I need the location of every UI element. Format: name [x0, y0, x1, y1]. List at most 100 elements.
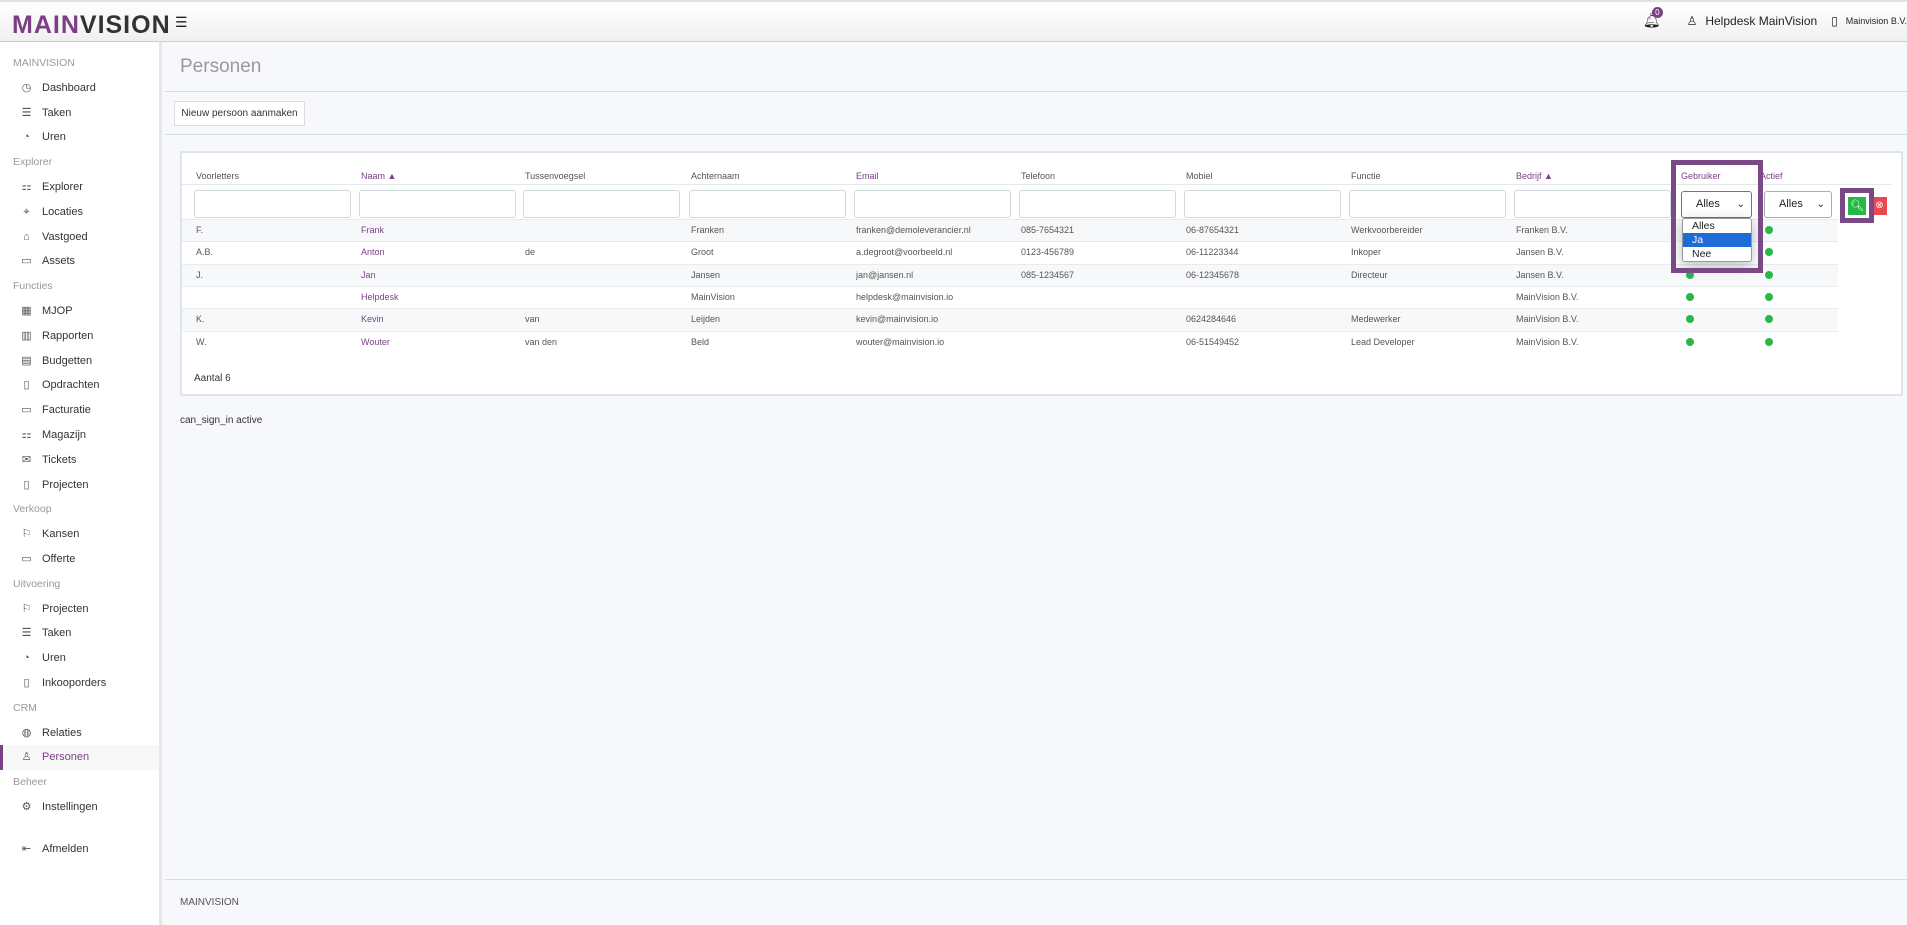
column-header-actief[interactable]: Actief [1760, 171, 1783, 181]
sidebar-item-label: Projecten [42, 602, 89, 615]
filter-functie[interactable] [1349, 190, 1506, 218]
sidebar-item-kansen[interactable]: ⚐ Kansen [0, 522, 159, 547]
table-row[interactable]: Helpdesk MainVision helpdesk@mainvision.io… [182, 285, 1838, 308]
sidebar-item-label: Facturatie [42, 404, 91, 417]
sidebar-item-explorer[interactable]: ⚏ Explorer [0, 175, 159, 200]
assets-icon: ▭ [21, 255, 32, 268]
sidebar-item-label: Offerte [42, 552, 76, 565]
highlight-box-gebruiker [1671, 160, 1763, 273]
sidebar-item-assets[interactable]: ▭ Assets [0, 249, 159, 274]
sidebar-item-taken[interactable]: ☰ Taken [0, 621, 159, 646]
menu-toggle-icon[interactable]: ☰ [175, 14, 188, 31]
sidebar-item-label: MJOP [42, 304, 73, 317]
cell-mobiel: 0624284646 [1186, 314, 1237, 325]
page-title: Personen [180, 56, 262, 77]
column-header-achternaam: Achternaam [691, 171, 740, 181]
cell-naam[interactable]: Kevin [361, 314, 384, 324]
actief-select[interactable]: Alles ⌄ [1764, 191, 1832, 218]
sidebar-section-label: Functies [13, 280, 53, 293]
sidebar-item-facturatie[interactable]: ▭ Facturatie [0, 398, 159, 423]
table-row[interactable]: W. Wouter van den Beld wouter@mainvision.io 0… [182, 330, 1838, 353]
cell-functie: Directeur [1351, 269, 1388, 280]
column-header-telefoon: Telefoon [1021, 171, 1056, 181]
filter-achternaam[interactable] [689, 190, 846, 218]
relaties-icon: ◍ [21, 726, 32, 739]
status-dot [1686, 337, 1694, 346]
cell-functie: Lead Developer [1351, 336, 1415, 347]
filter-telefoon[interactable] [1019, 190, 1176, 218]
cell-achternaam: Jansen [691, 269, 721, 280]
kansen-icon: ⚐ [21, 528, 32, 541]
persons-table-card: Aantal 6 Voorletters Naam ▲ Tussenvoegsel A… [180, 151, 1903, 396]
projecten-icon: ⚐ [21, 602, 32, 615]
sidebar-item-inkooporders[interactable]: ▯ Inkooporders [0, 671, 159, 696]
sidebar-item-mjop[interactable]: ▦ MJOP [0, 299, 159, 324]
sidebar-item-tickets[interactable]: ✉ Tickets [0, 448, 159, 473]
cell-naam[interactable]: Jan [361, 270, 376, 280]
sidebar-item-opdrachten[interactable]: ▯ Opdrachten [0, 373, 159, 398]
offerte-icon: ▭ [21, 552, 32, 565]
column-header-naam[interactable]: Naam ▲ [361, 171, 396, 181]
sidebar-item-afmelden[interactable]: ⇤ Afmelden [0, 837, 159, 862]
sidebar-item-uren[interactable]: ◔ Uren [0, 125, 159, 150]
cell-email: kevin@mainvision.io [856, 314, 939, 325]
sidebar-item-projecten[interactable]: ▯ Projecten [0, 473, 159, 498]
column-header-bedrijf[interactable]: Bedrijf ▲ [1516, 171, 1553, 181]
filter-naam[interactable] [359, 190, 516, 218]
sidebar-item-label: Inkooporders [42, 676, 107, 689]
chevron-down-icon: ⌄ [1816, 199, 1825, 210]
table-row[interactable]: K. Kevin van Leijden kevin@mainvision.io 0624… [182, 308, 1838, 331]
sidebar-item-taken[interactable]: ☰ Taken [0, 101, 159, 126]
sidebar-section-label: Beheer [13, 776, 47, 789]
uren-icon: ◔ [23, 652, 30, 665]
sidebar-item-instellingen[interactable]: ⚙ Instellingen [0, 795, 159, 820]
budgetten-icon: ▤ [21, 354, 32, 367]
sidebar-item-label: Uren [42, 131, 66, 144]
sidebar-item-personen[interactable]: ♙ Personen [0, 745, 159, 771]
sidebar-item-locaties[interactable]: ⌖ Locaties [0, 200, 159, 225]
sidebar-item-label: Instellingen [42, 800, 98, 813]
sidebar-item-label: Vastgoed [42, 230, 88, 243]
cell-naam[interactable]: Anton [361, 247, 385, 257]
sidebar-section-label: Explorer [13, 156, 53, 169]
table-row[interactable]: F. Frank Franken franken@demoleverancier.nl… [182, 219, 1838, 242]
table-row[interactable]: J. Jan Jansen jan@jansen.nl 085-1234567 06-12… [182, 263, 1838, 286]
filter-bedrijf[interactable] [1514, 190, 1671, 218]
sidebar-item-uren[interactable]: ◔ Uren [0, 646, 159, 671]
sidebar-item-dashboard[interactable]: ◷ Dashboard [0, 76, 159, 101]
sidebar-item-magazijn[interactable]: ⚏ Magazijn [0, 423, 159, 448]
sidebar-item-vastgoed[interactable]: ⌂ Vastgoed [0, 225, 159, 250]
cell-naam[interactable]: Helpdesk [361, 292, 399, 302]
new-person-button[interactable]: Nieuw persoon aanmaken [174, 101, 305, 126]
cell-email: a.degroot@voorbeeld.nl [856, 247, 953, 258]
table-row[interactable]: A.B. Anton de Groot a.degroot@voorbeeld.nl 01… [182, 241, 1838, 263]
filter-voorletters[interactable] [194, 190, 351, 218]
sidebar-item-budgetten[interactable]: ▤ Budgetten [0, 349, 159, 374]
sidebar-item-label: Rapporten [42, 329, 94, 342]
cell-telefoon: 085-7654321 [1021, 225, 1075, 235]
notifications-bell-icon[interactable]: 🔔︎ 0 [1643, 7, 1663, 29]
facturatie-icon: ▭ [21, 404, 32, 417]
sidebar-item-label: Locaties [42, 205, 83, 218]
cell-naam[interactable]: Wouter [361, 337, 390, 347]
sidebar-item-projecten[interactable]: ⚐ Projecten [0, 597, 159, 622]
filter-email[interactable] [854, 190, 1011, 218]
logo[interactable]: MAINVISION [12, 11, 171, 40]
sidebar-item-relaties[interactable]: ◍ Relaties [0, 721, 159, 746]
company-menu[interactable]: Mainvision B.V. [1846, 16, 1907, 26]
clear-filter-icon[interactable]: ⊗ [1872, 197, 1887, 215]
opdrachten-icon: ▯ [23, 379, 30, 392]
sidebar-item-offerte[interactable]: ▭ Offerte [0, 547, 159, 572]
cell-mobiel: 06-51549452 [1186, 336, 1240, 347]
user-menu[interactable]: Helpdesk MainVision [1705, 14, 1817, 28]
cell-tussenvoegsel: van [525, 314, 540, 325]
column-header-mobiel: Mobiel [1186, 171, 1213, 181]
sidebar-item-rapporten[interactable]: ▥ Rapporten [0, 324, 159, 349]
filter-note: can_sign_in active [180, 415, 263, 426]
cell-naam[interactable]: Frank [361, 225, 384, 235]
column-header-email[interactable]: Email [856, 171, 879, 181]
uren-icon: ◔ [23, 131, 30, 144]
status-dot [1686, 292, 1694, 301]
filter-mobiel[interactable] [1184, 190, 1341, 218]
filter-tussenvoegsel[interactable] [523, 190, 680, 218]
